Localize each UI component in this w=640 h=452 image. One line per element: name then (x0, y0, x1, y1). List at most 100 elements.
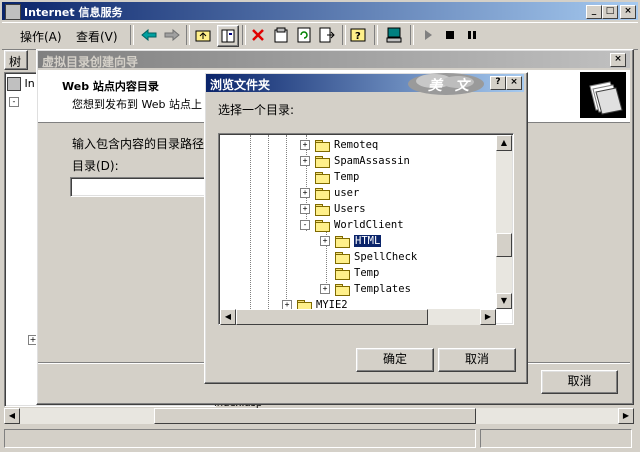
folder-tree-item[interactable]: + Templates (320, 281, 411, 297)
maximize-button[interactable]: □ (602, 5, 618, 19)
folder-tree-item[interactable]: Temp (320, 265, 379, 281)
refresh-icon[interactable] (294, 25, 314, 45)
folder-tree-item[interactable]: + Users (300, 201, 366, 217)
scroll-up-arrow-icon[interactable]: ▲ (496, 135, 512, 151)
browse-title-bar: 浏览文件夹 美 文 ? × (206, 73, 524, 95)
expand-icon[interactable]: + (300, 188, 310, 198)
folder-icon (315, 187, 330, 200)
folder-label: HTML (352, 234, 383, 248)
pause-icon[interactable] (462, 25, 482, 45)
folder-icon (315, 155, 330, 168)
folder-label: WorldClient (334, 219, 404, 231)
stop-icon[interactable] (440, 25, 460, 45)
delete-icon[interactable] (248, 25, 268, 45)
menu-view[interactable]: 查看(V) (76, 28, 118, 45)
main-title-bar: Internet 信息服务 _ □ × (2, 2, 638, 20)
tree-root-label: In (24, 77, 35, 90)
toolbar-separator (342, 25, 346, 45)
folder-icon (315, 139, 330, 152)
app-icon (5, 4, 21, 20)
help-icon[interactable]: ? (348, 25, 368, 45)
play-icon[interactable] (418, 25, 438, 45)
browse-close-button[interactable]: × (506, 76, 522, 90)
minimize-button[interactable]: _ (586, 5, 602, 19)
tree-scroll-left-arrow-icon[interactable]: ◀ (220, 309, 236, 325)
scroll-right-arrow-icon[interactable]: ▶ (618, 408, 634, 424)
export-icon[interactable] (317, 25, 337, 45)
wizard-subheading: 您想到发布到 Web 站点上 (72, 98, 202, 111)
watermark-text: 美 文 (428, 78, 473, 94)
directory-label: 目录(D): (72, 159, 119, 173)
tree-expander[interactable]: - (9, 97, 19, 107)
folder-tree-item[interactable]: + Remoteq (300, 137, 378, 153)
folder-icon (335, 235, 350, 248)
status-bar (4, 429, 636, 448)
folder-label: Temp (334, 171, 360, 183)
folder-label: Templates (354, 283, 411, 295)
watermark-cloud-logo: 美 文 (406, 72, 486, 98)
folder-tree-item[interactable]: + HTML (320, 233, 383, 249)
menu-action[interactable]: 操作(A) (20, 28, 62, 45)
folder-label: SpellCheck (354, 251, 418, 263)
wizard-title: 虚拟目录创建向导 (42, 55, 139, 69)
expand-icon[interactable]: + (300, 156, 310, 166)
toolbar-separator (186, 25, 190, 45)
wizard-title-bar: 虚拟目录创建向导 × (38, 51, 630, 69)
browse-title: 浏览文件夹 (210, 78, 271, 92)
show-tree-icon[interactable] (217, 25, 239, 47)
tree-hscroll-thumb[interactable] (236, 309, 428, 325)
collapse-icon[interactable]: - (300, 220, 310, 230)
tree-root-item[interactable]: In (7, 77, 35, 91)
wizard-cancel-button[interactable]: 取消 (541, 370, 618, 394)
wizard-cancel-label: 取消 (567, 374, 592, 388)
scroll-thumb[interactable] (154, 408, 476, 424)
ok-button[interactable]: 确定 (356, 348, 434, 372)
folder-label: Remoteq (334, 139, 379, 151)
browse-cancel-button[interactable]: 取消 (438, 348, 516, 372)
toolbar-separator (130, 25, 134, 45)
expand-icon[interactable]: + (300, 204, 310, 214)
expand-icon[interactable]: + (300, 140, 310, 150)
computer-icon[interactable] (384, 25, 404, 45)
toolbar-separator (374, 25, 378, 45)
browse-help-button[interactable]: ? (490, 76, 506, 90)
folder-label: Users (334, 203, 366, 215)
folder-label: user (334, 187, 360, 199)
folder-icon (335, 267, 350, 280)
folder-icon (315, 203, 330, 216)
wizard-close-button[interactable]: × (610, 53, 626, 67)
tree-vertical-scrollbar[interactable]: ▲ ▼ (496, 135, 512, 309)
ok-label: 确定 (382, 352, 407, 366)
folder-tree-item[interactable]: Temp (300, 169, 359, 185)
folder-tree-item[interactable]: - WorldClient (300, 217, 404, 233)
back-icon[interactable] (139, 25, 159, 45)
tree-scroll-right-arrow-icon[interactable]: ▶ (480, 309, 496, 325)
browse-cancel-label: 取消 (464, 352, 489, 366)
folder-label: Temp (354, 267, 380, 279)
folder-label: SpamAssassin (334, 155, 410, 167)
svg-text:?: ? (355, 31, 361, 42)
folder-tree-item[interactable]: + SpamAssassin (300, 153, 410, 169)
wizard-heading: Web 站点内容目录 (62, 80, 159, 93)
wizard-instruction: 输入包含内容的目录路径, (72, 137, 208, 151)
folder-tree-rows: + Remoteq + SpamAssassin Temp + user + Users - Wor… (220, 137, 496, 313)
tree-tab-label: 树 (9, 55, 22, 69)
folder-tree-item[interactable]: SpellCheck (320, 249, 417, 265)
folder-icon (315, 219, 330, 232)
scroll-down-arrow-icon[interactable]: ▼ (496, 293, 512, 309)
scroll-left-arrow-icon[interactable]: ◀ (4, 408, 20, 424)
folder-icon (315, 171, 330, 184)
folder-tree-item[interactable]: + user (300, 185, 359, 201)
expand-icon[interactable]: + (320, 236, 330, 246)
up-folder-icon[interactable] (193, 25, 213, 45)
properties-icon[interactable] (271, 25, 291, 45)
folder-icon (335, 251, 350, 264)
tree-scroll-thumb[interactable] (496, 233, 512, 257)
forward-icon[interactable] (162, 25, 182, 45)
tree-horizontal-scrollbar[interactable]: ◀ ▶ (220, 309, 496, 325)
expand-icon[interactable]: + (320, 284, 330, 294)
toolbar-separator (242, 25, 246, 45)
tree-tab[interactable]: 树 (4, 50, 28, 70)
main-horizontal-scrollbar[interactable]: ◀ ▶ (4, 408, 634, 424)
close-button[interactable]: × (620, 5, 636, 19)
